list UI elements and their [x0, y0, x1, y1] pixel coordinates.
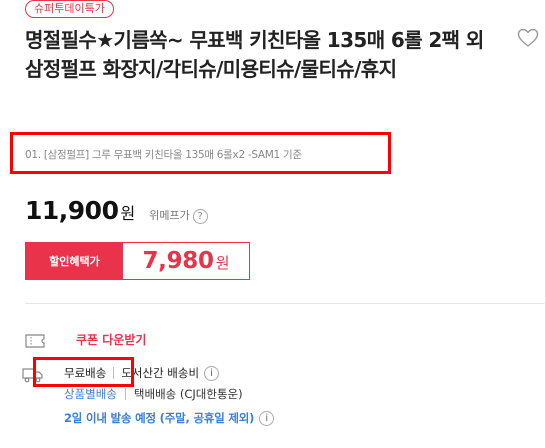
method-separator [124, 388, 126, 400]
info-icon[interactable]: i [259, 410, 275, 426]
discount-price-value: 7,980 [142, 248, 214, 274]
sale-price-unit: 원 [120, 204, 136, 223]
delivery-eta: 2일 이내 발송 예정 (주말, 공휴일 제외) [64, 411, 255, 425]
delivery-eta-row: 2일 이내 발송 예정 (주말, 공휴일 제외) i [64, 410, 275, 426]
free-shipping-highlight-box [33, 357, 134, 387]
product-title: 명절필수★기름쏙~ 무표백 키친타올 135매 6롤 2팩 외 삼정펄프 화장지… [25, 28, 484, 81]
discount-price-box: 할인혜택가 7,980 원 [25, 242, 250, 280]
shipping-method-row: 상품별배송 택배배송 (CJ대한통운) [64, 386, 243, 402]
shipping-method-value: 택배배송 (CJ대한통운) [133, 387, 243, 401]
selected-option: 01. [삼정펄프] 그루 무표백 키친타올 135매 6롤x2 -SAM1 기… [25, 149, 302, 161]
shipping-method-label: 상품별배송 [64, 387, 117, 401]
price-row: 11,900 원 위메프가 ? [25, 196, 208, 230]
sale-price: 11,900 [25, 196, 119, 225]
info-icon[interactable]: i [204, 365, 220, 381]
section-divider [25, 303, 546, 304]
help-icon[interactable]: ? [192, 209, 208, 224]
discount-price: 7,980 원 [123, 243, 249, 279]
super-today-badge: 슈퍼투데이특가 [25, 0, 114, 18]
discount-price-unit: 원 [215, 254, 230, 272]
coupon-icon [25, 333, 45, 348]
retail-price-label: 위메프가 [149, 209, 190, 222]
discount-label: 할인혜택가 [26, 243, 123, 279]
heart-icon[interactable] [517, 28, 539, 48]
coupon-download-row[interactable]: 쿠폰 다운받기 [25, 331, 146, 348]
coupon-download-link[interactable]: 쿠폰 다운받기 [76, 331, 146, 348]
